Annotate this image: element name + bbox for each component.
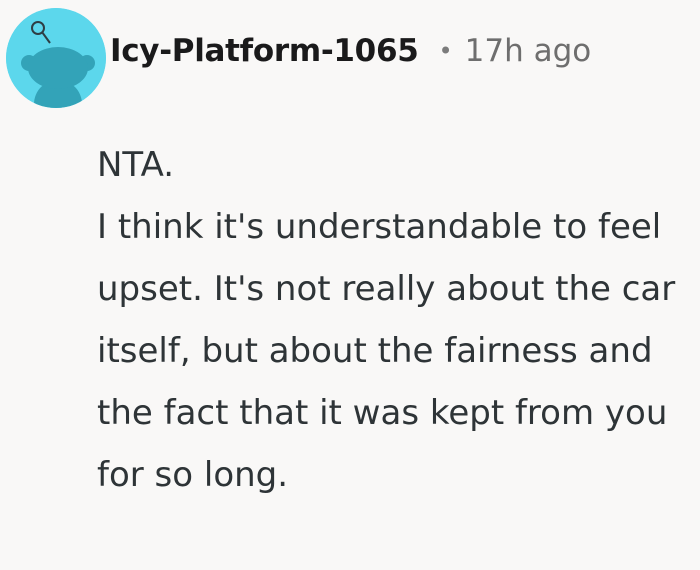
timestamp[interactable]: 17h ago: [465, 33, 592, 69]
comment: Icy-Platform-1065 • 17h ago NTA. I think…: [0, 0, 700, 570]
separator-dot: •: [438, 37, 453, 65]
comment-paragraph: I think it's understandable to feel upse…: [97, 207, 676, 495]
comment-header: Icy-Platform-1065 • 17h ago: [110, 26, 591, 76]
comment-body: NTA. I think it's understandable to feel…: [97, 134, 695, 506]
comment-paragraph: NTA.: [97, 145, 175, 185]
username-link[interactable]: Icy-Platform-1065: [110, 33, 419, 69]
snoo-icon: [6, 8, 106, 108]
avatar[interactable]: [6, 8, 106, 108]
